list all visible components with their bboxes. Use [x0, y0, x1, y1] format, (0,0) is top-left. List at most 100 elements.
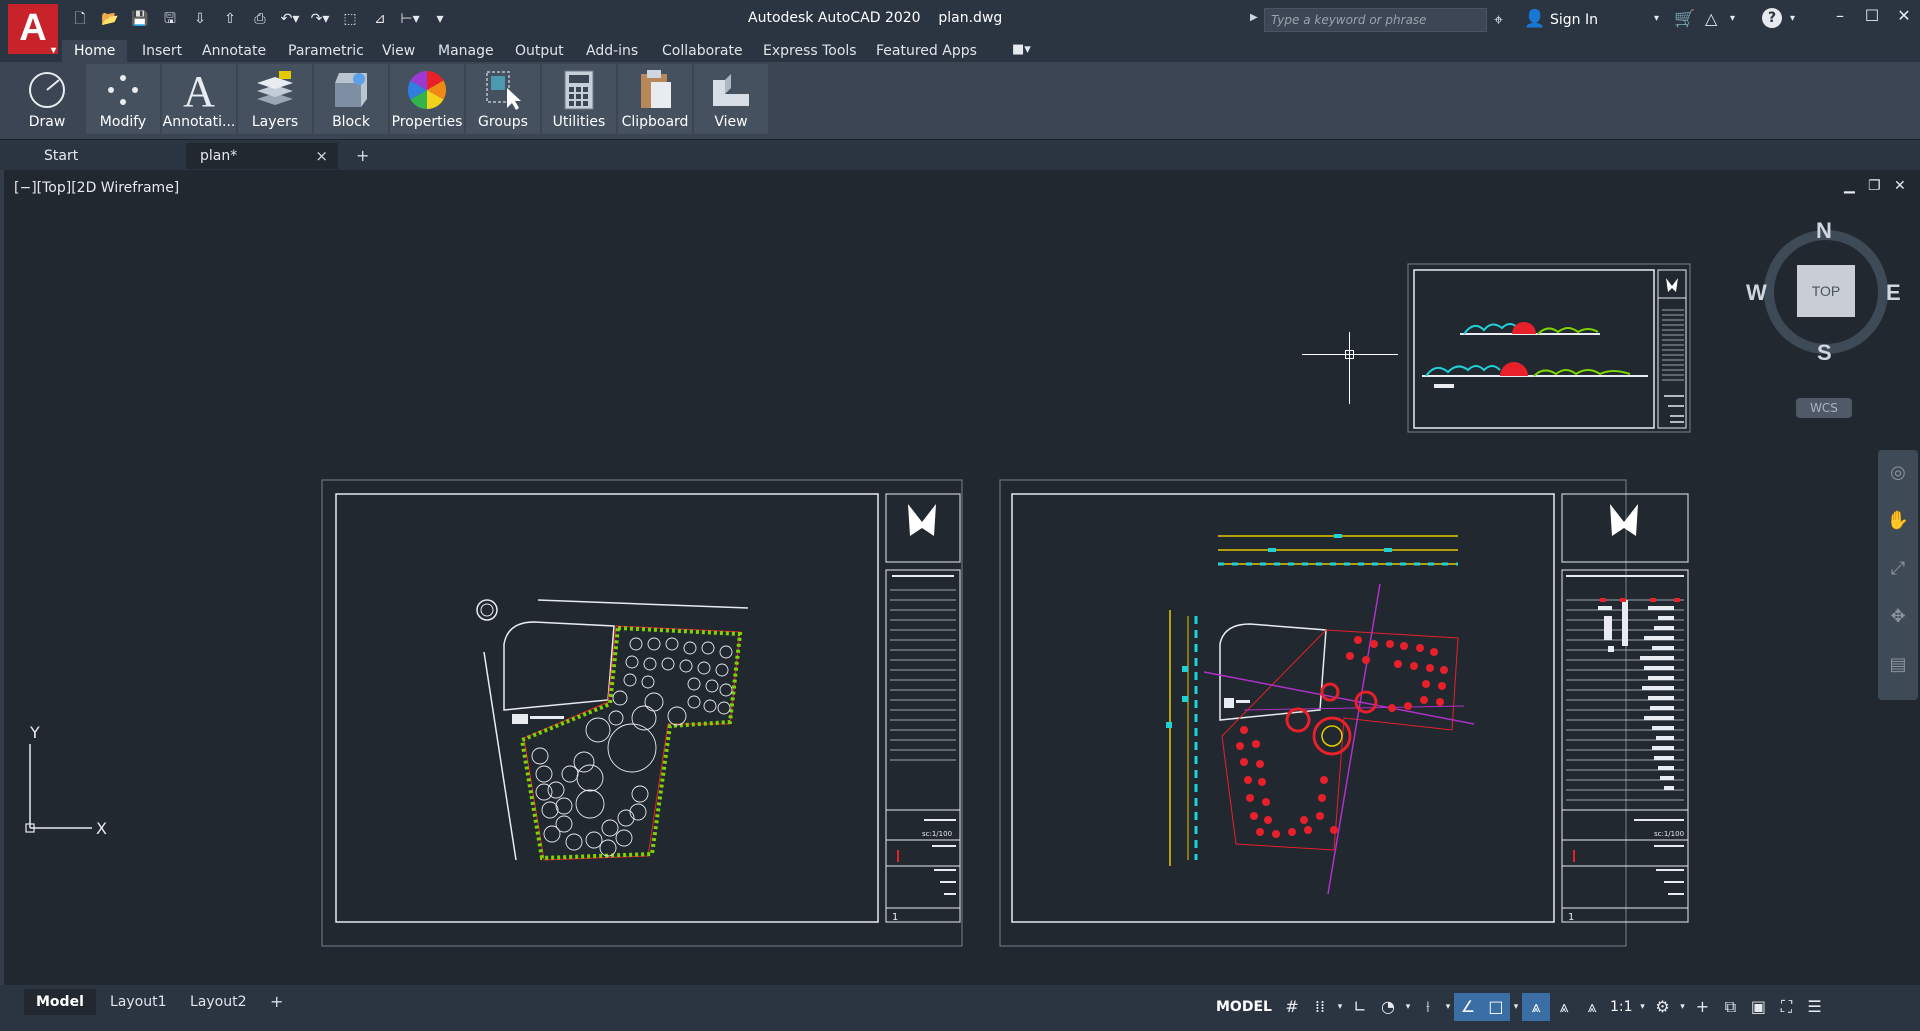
properties-panel-button[interactable]: Properties	[390, 64, 464, 134]
modify-panel-button[interactable]: Modify	[86, 64, 160, 134]
application-menu-button[interactable]: A	[8, 4, 58, 56]
save-icon[interactable]: 💾	[128, 8, 152, 30]
drawing-viewport[interactable]: sc:1/100 1 sc:1/100 1 Y X [−][Top][2D Wi…	[0, 170, 1920, 985]
tab-view[interactable]: View	[370, 40, 427, 62]
annotation-visibility-icon[interactable]: ⩓	[1521, 993, 1550, 1021]
polar-tracking-icon[interactable]: ◔	[1374, 993, 1402, 1021]
minimize-window-button[interactable]: –	[1828, 6, 1852, 25]
annotation-scale-icon[interactable]: ⩓	[1578, 993, 1606, 1021]
zoom-extents-icon[interactable]: ⤢	[1885, 556, 1911, 582]
open-from-web-icon[interactable]: ⇩	[188, 8, 212, 30]
new-layout-button[interactable]: +	[270, 989, 283, 1015]
snap-icon[interactable]: ⁞⁞	[1306, 993, 1334, 1021]
sign-in-link[interactable]: Sign In	[1550, 12, 1598, 28]
model-space-toggle[interactable]: MODEL	[1210, 999, 1278, 1015]
match-properties-icon[interactable]: ⬚	[338, 8, 362, 30]
draw-panel-button[interactable]: Draw	[10, 64, 84, 134]
user-icon[interactable]: 👤	[1524, 9, 1545, 29]
tab-layout2[interactable]: Layout2	[178, 989, 259, 1015]
chevron-down-icon[interactable]: ▾	[1334, 1002, 1346, 1012]
steering-wheel-icon[interactable]: ◎	[1885, 460, 1911, 486]
tab-start[interactable]: Start	[30, 143, 180, 169]
layers-panel-button[interactable]: Layers	[238, 64, 312, 134]
purge-icon[interactable]: ⊿	[368, 8, 392, 30]
annotation-panel-button[interactable]: A Annotati...	[162, 64, 236, 134]
new-icon[interactable]: 🗋	[68, 8, 92, 30]
annotation-scale-value[interactable]: 1:1	[1606, 999, 1637, 1015]
orbit-icon[interactable]: ✥	[1885, 604, 1911, 630]
chevron-down-icon[interactable]: ▾	[1402, 1002, 1414, 1012]
viewport-restore-button[interactable]: ❐	[1868, 178, 1881, 194]
open-icon[interactable]: 📂	[98, 8, 122, 30]
viewcube-east[interactable]: E	[1886, 280, 1901, 306]
chevron-down-icon[interactable]: ▾	[1442, 1002, 1454, 1012]
viewcube[interactable]: TOP N S W E	[1746, 218, 1901, 365]
chevron-down-icon[interactable]: ▾	[1790, 13, 1795, 24]
redo-icon[interactable]: ↷▾	[308, 8, 332, 30]
tab-collaborate[interactable]: Collaborate	[650, 40, 755, 62]
tab-insert[interactable]: Insert	[130, 40, 194, 62]
tab-add-ins[interactable]: Add-ins	[574, 40, 650, 62]
tab-annotate[interactable]: Annotate	[190, 40, 278, 62]
chevron-down-icon[interactable]: ▾	[1676, 1002, 1688, 1012]
showmotion-icon[interactable]: ▤	[1885, 652, 1911, 678]
grid-icon[interactable]: #	[1278, 993, 1306, 1021]
help-icon[interactable]: ?	[1762, 8, 1782, 28]
viewcube-west[interactable]: W	[1746, 280, 1767, 306]
tab-plan-drawing[interactable]: plan* ×	[186, 143, 338, 169]
groups-panel-button[interactable]: Groups	[466, 64, 540, 134]
annotation-monitor-icon[interactable]: +	[1688, 993, 1716, 1021]
wcs-menu-button[interactable]: WCS	[1796, 398, 1852, 418]
close-window-button[interactable]: ✕	[1892, 6, 1916, 25]
ribbon-minimize-icon[interactable]: ■▾	[1012, 42, 1031, 57]
autodesk-account-icon[interactable]: △	[1705, 9, 1717, 28]
workspace-gear-icon[interactable]: ⚙	[1648, 993, 1676, 1021]
chevron-down-icon[interactable]: ▾	[1510, 1002, 1522, 1012]
tab-featured-apps[interactable]: Featured Apps	[864, 40, 989, 62]
clipboard-panel-button[interactable]: Clipboard	[618, 64, 692, 134]
viewcube-north[interactable]: N	[1816, 218, 1832, 244]
isodraft-icon[interactable]: ⟊	[1414, 993, 1442, 1021]
viewport-close-button[interactable]: ✕	[1894, 178, 1906, 194]
viewport-controls-label[interactable]: [−][Top][2D Wireframe]	[14, 180, 179, 196]
tab-express-tools[interactable]: Express Tools	[751, 40, 869, 62]
chevron-down-icon[interactable]: ▾	[1730, 13, 1735, 24]
viewport-minimize-button[interactable]: ▁	[1844, 178, 1855, 194]
cart-icon[interactable]: 🛒	[1674, 9, 1695, 29]
save-to-web-icon[interactable]: ⇧	[218, 8, 242, 30]
plot-icon[interactable]: ⎙	[248, 8, 272, 30]
tab-manage[interactable]: Manage	[426, 40, 506, 62]
viewcube-south[interactable]: S	[1817, 340, 1832, 366]
tab-model[interactable]: Model	[24, 989, 96, 1015]
ortho-icon[interactable]: ∟	[1346, 993, 1374, 1021]
units-icon[interactable]: ⧉	[1716, 993, 1744, 1021]
object-snap-icon[interactable]: □	[1481, 993, 1510, 1021]
tab-parametric[interactable]: Parametric	[276, 40, 376, 62]
viewcube-top-face[interactable]: TOP	[1797, 265, 1855, 317]
close-icon[interactable]: ×	[315, 143, 328, 169]
clean-screen-icon[interactable]: ⛶	[1772, 993, 1800, 1021]
binoculars-icon[interactable]: ⌖	[1494, 10, 1503, 30]
chevron-down-icon[interactable]: ▾	[1636, 1002, 1648, 1012]
search-box[interactable]	[1264, 8, 1487, 32]
pan-hand-icon[interactable]: ✋	[1885, 508, 1911, 534]
search-expand-icon[interactable]: ▶	[1250, 12, 1258, 23]
tab-home[interactable]: Home	[62, 40, 128, 62]
measure-icon[interactable]: ⊢▾	[398, 8, 422, 30]
maximize-window-button[interactable]: ☐	[1860, 6, 1884, 25]
auto-scale-icon[interactable]: ⩓	[1550, 993, 1578, 1021]
undo-icon[interactable]: ↶▾	[278, 8, 302, 30]
view-panel-button[interactable]: View	[694, 64, 768, 134]
new-tab-button[interactable]: +	[356, 143, 369, 169]
search-input[interactable]	[1265, 9, 1486, 31]
tab-output[interactable]: Output	[503, 40, 576, 62]
customize-caret-icon[interactable]: ▾	[428, 8, 452, 30]
chevron-down-icon[interactable]: ▾	[1654, 13, 1659, 24]
utilities-panel-button[interactable]: Utilities	[542, 64, 616, 134]
customization-menu-icon[interactable]: ☰	[1800, 993, 1828, 1021]
tab-layout1[interactable]: Layout1	[98, 989, 179, 1015]
save-as-icon[interactable]: 🖫	[158, 8, 182, 30]
block-panel-button[interactable]: Block	[314, 64, 388, 134]
object-snap-tracking-icon[interactable]: ∠	[1453, 993, 1482, 1021]
drawing-canvas[interactable]: sc:1/100 1 sc:1/100 1 Y X	[4, 170, 1920, 985]
